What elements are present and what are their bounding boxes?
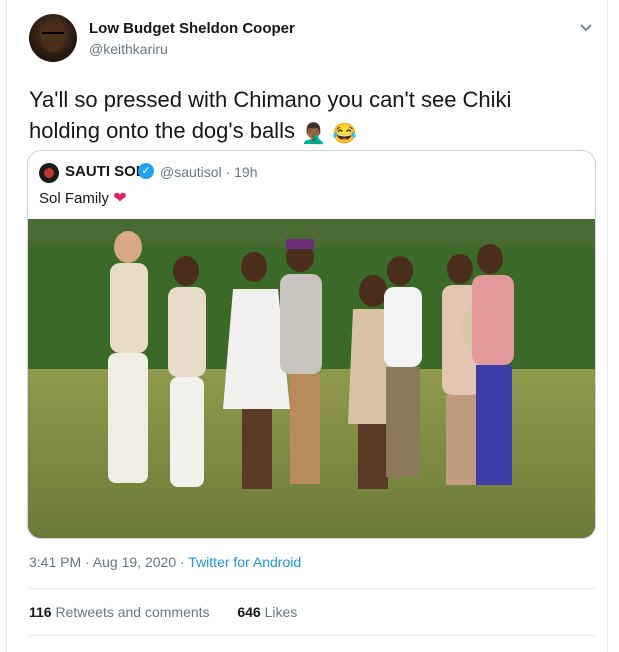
quote-author-name[interactable]: SAUTI SOL [65,163,145,180]
divider [29,635,596,636]
tweet-meta: 3:41 PM · Aug 19, 2020 · Twitter for And… [29,554,301,570]
tweet-timestamp[interactable]: 3:41 PM · Aug 19, 2020 · [29,554,188,570]
likes-label: Likes [264,604,298,620]
retweets-count: 116 [29,604,52,620]
verified-badge-icon: ✓ [138,163,154,179]
author-avatar[interactable] [29,14,77,62]
quote-author-handle[interactable]: @sautisol · 19h [160,164,257,180]
group-photo[interactable] [28,219,595,538]
chevron-down-icon[interactable] [579,20,593,34]
quote-author-avatar[interactable] [39,163,59,183]
likes-count: 646 [237,604,261,620]
quote-text: Sol Family ❤ [39,188,127,208]
retweets-label: Retweets and comments [55,604,210,620]
retweets-stat[interactable]: 116 Retweets and comments [29,604,210,620]
divider [29,588,596,589]
heart-emoji: ❤ [113,190,127,207]
likes-stat[interactable]: 646 Likes [237,604,297,620]
author-handle[interactable]: @keithkariru [89,41,168,57]
laughing-emoji: 😂 [332,123,358,145]
quote-text-body: Sol Family [39,190,110,207]
quoted-tweet[interactable]: SAUTI SOL ✓ @sautisol · 19h Sol Family ❤ [27,150,596,539]
tweet-stats: 116 Retweets and comments 646 Likes [29,604,297,620]
tweet-text-body: Ya'll so pressed with Chimano you can't … [29,87,512,143]
author-name[interactable]: Low Budget Sheldon Cooper [89,20,295,37]
tweet-card: Low Budget Sheldon Cooper @keithkariru Y… [6,0,608,652]
tweet-source-link[interactable]: Twitter for Android [188,554,301,570]
tweet-text: Ya'll so pressed with Chimano you can't … [29,84,569,150]
facepalm-emoji: 🤦🏾‍♂️ [301,123,326,145]
